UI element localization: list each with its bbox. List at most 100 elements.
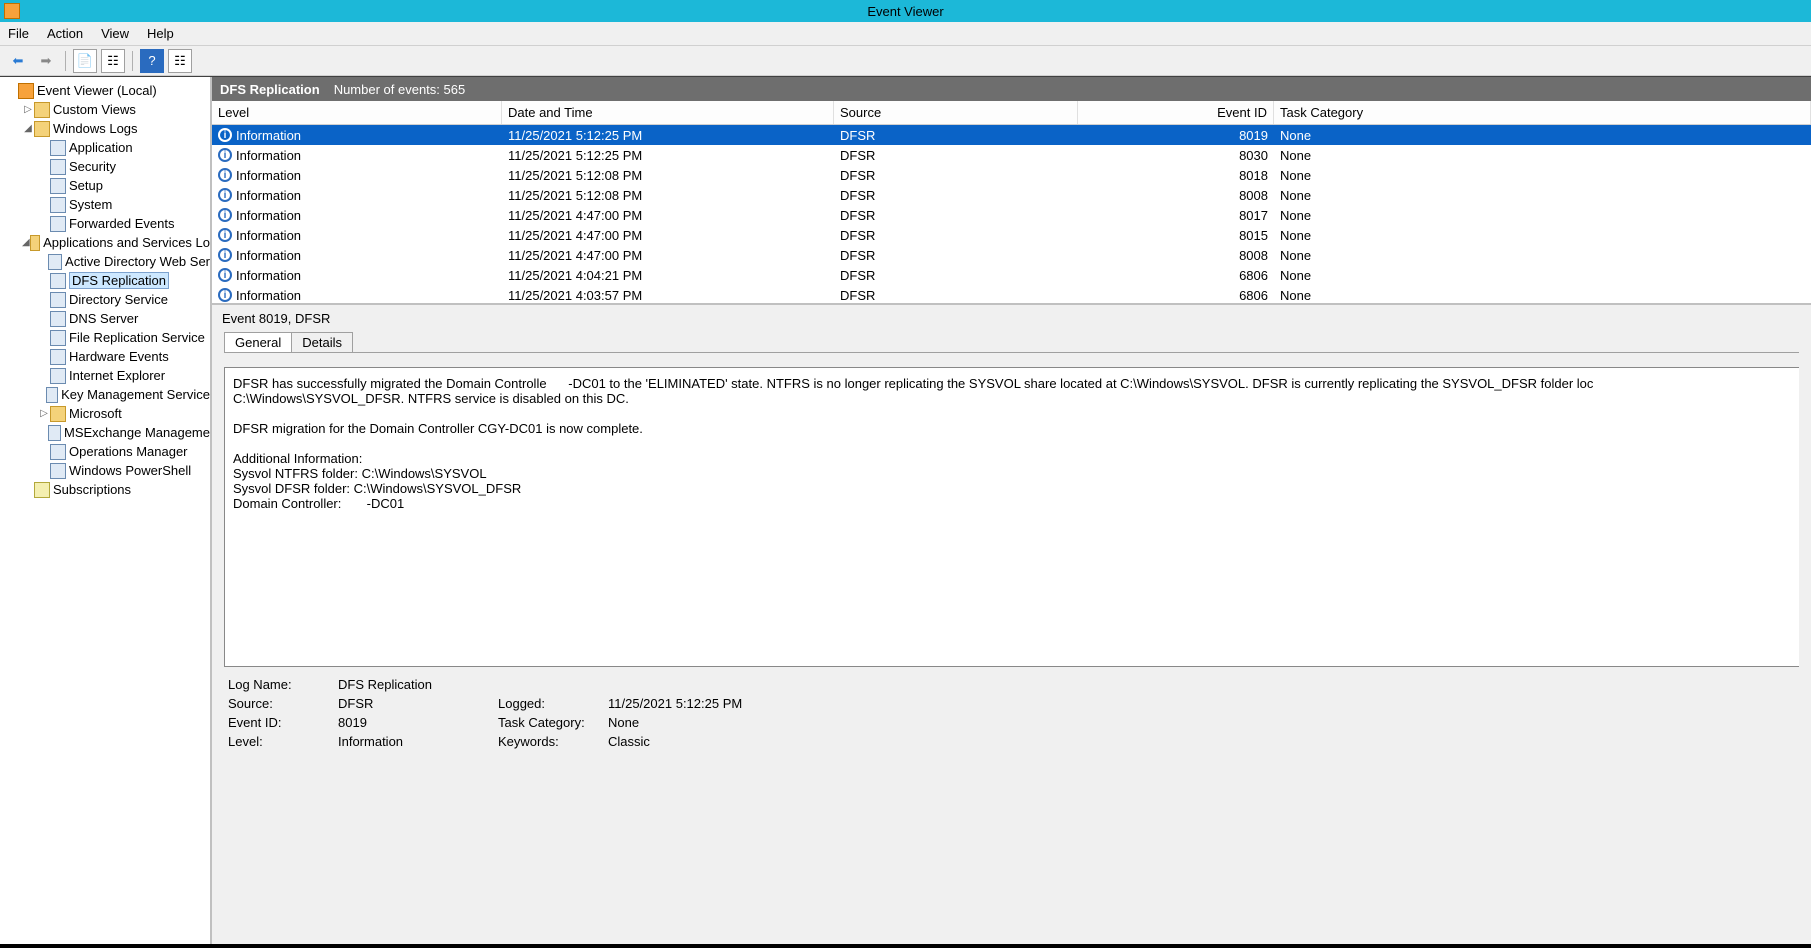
tree-item-label: Hardware Events	[69, 349, 169, 364]
event-level: Information	[236, 148, 301, 163]
details-pane: Event 8019, DFSR General Details DFSR ha…	[212, 305, 1811, 944]
tree-as-dns[interactable]: DNS Server	[6, 309, 210, 328]
bottom-strip	[0, 944, 1811, 948]
info-icon: i	[218, 128, 232, 142]
tree-as-frs[interactable]: File Replication Service	[6, 328, 210, 347]
menu-help[interactable]: Help	[147, 26, 174, 41]
event-level: Information	[236, 268, 301, 283]
collapse-icon[interactable]: ◢	[22, 237, 30, 248]
event-description[interactable]: DFSR has successfully migrated the Domai…	[224, 367, 1799, 667]
tab-panel-general: DFSR has successfully migrated the Domai…	[224, 352, 1799, 936]
col-source[interactable]: Source	[834, 101, 1078, 124]
info-icon: i	[218, 248, 232, 262]
col-level[interactable]: Level	[212, 101, 502, 124]
event-id: 6806	[1078, 268, 1274, 283]
log-icon	[46, 387, 58, 403]
info-icon: i	[218, 188, 232, 202]
tree-app-services[interactable]: ◢ Applications and Services Lo	[6, 233, 210, 252]
tree-app-services-label: Applications and Services Lo	[43, 235, 210, 250]
event-row[interactable]: iInformation11/25/2021 4:47:00 PMDFSR800…	[212, 245, 1811, 265]
tab-details[interactable]: Details	[291, 332, 353, 352]
col-eventid[interactable]: Event ID	[1078, 101, 1274, 124]
tree-wl-setup[interactable]: Setup	[6, 176, 210, 195]
menu-view[interactable]: View	[101, 26, 129, 41]
info-icon: i	[218, 208, 232, 222]
back-button[interactable]: ⬅	[6, 49, 30, 73]
expand-icon[interactable]: ▷	[38, 408, 50, 419]
show-hide-tree-button[interactable]: 📄	[73, 49, 97, 73]
tree-as-msx[interactable]: MSExchange Manageme	[6, 423, 210, 442]
prop-logged-value: 11/25/2021 5:12:25 PM	[608, 696, 848, 711]
tree-windows-logs[interactable]: ◢ Windows Logs	[6, 119, 210, 138]
event-row[interactable]: iInformation11/25/2021 5:12:25 PMDFSR803…	[212, 145, 1811, 165]
menu-action[interactable]: Action	[47, 26, 83, 41]
tree-wl-forwarded[interactable]: Forwarded Events	[6, 214, 210, 233]
tree-as-kms[interactable]: Key Management Service	[6, 385, 210, 404]
prop-source-label: Source:	[228, 696, 338, 711]
log-icon	[50, 140, 66, 156]
event-row[interactable]: iInformation11/25/2021 5:12:08 PMDFSR801…	[212, 165, 1811, 185]
event-id: 8008	[1078, 188, 1274, 203]
event-level: Information	[236, 248, 301, 263]
tree-as-hw[interactable]: Hardware Events	[6, 347, 210, 366]
folder-icon	[30, 235, 40, 251]
tree-as-ds[interactable]: Directory Service	[6, 290, 210, 309]
log-icon	[48, 254, 62, 270]
log-icon	[50, 216, 66, 232]
event-date: 11/25/2021 5:12:25 PM	[502, 128, 834, 143]
tab-general[interactable]: General	[224, 332, 292, 352]
event-row[interactable]: iInformation11/25/2021 4:03:57 PMDFSR680…	[212, 285, 1811, 305]
tree-root[interactable]: Event Viewer (Local)	[6, 81, 210, 100]
tree-item-label: Directory Service	[69, 292, 168, 307]
refresh-button[interactable]: ☷	[168, 49, 192, 73]
tree-item-label: Security	[69, 159, 116, 174]
info-icon: i	[218, 168, 232, 182]
event-row[interactable]: iInformation11/25/2021 4:04:21 PMDFSR680…	[212, 265, 1811, 285]
tool-bar: ⬅ ➡ 📄 ☷ ? ☷	[0, 46, 1811, 76]
event-task-category: None	[1274, 228, 1811, 243]
event-row[interactable]: iInformation11/25/2021 4:47:00 PMDFSR801…	[212, 225, 1811, 245]
tree-subscriptions[interactable]: Subscriptions	[6, 480, 210, 499]
col-taskcat[interactable]: Task Category	[1274, 101, 1811, 124]
tree-as-ps[interactable]: Windows PowerShell	[6, 461, 210, 480]
prop-logged-label: Logged:	[498, 696, 608, 711]
tree-custom-views[interactable]: ▷ Custom Views	[6, 100, 210, 119]
tree-item-label: Application	[69, 140, 133, 155]
event-level: Information	[236, 168, 301, 183]
log-icon	[50, 159, 66, 175]
tree-as-adws[interactable]: Active Directory Web Ser	[6, 252, 210, 271]
tree-windows-logs-label: Windows Logs	[53, 121, 138, 136]
tree-as-ie[interactable]: Internet Explorer	[6, 366, 210, 385]
tree-item-label: Microsoft	[69, 406, 122, 421]
tree-as-dfs[interactable]: DFS Replication	[6, 271, 210, 290]
app-icon	[4, 3, 20, 19]
tree-item-label: Active Directory Web Ser	[65, 254, 210, 269]
tree-as-om[interactable]: Operations Manager	[6, 442, 210, 461]
tree-wl-system[interactable]: System	[6, 195, 210, 214]
detail-tabs: General Details	[212, 332, 1811, 352]
collapse-icon[interactable]: ◢	[22, 123, 34, 134]
properties-button[interactable]: ☷	[101, 49, 125, 73]
event-level: Information	[236, 128, 301, 143]
event-list[interactable]: Level Date and Time Source Event ID Task…	[212, 101, 1811, 305]
event-row[interactable]: iInformation11/25/2021 5:12:25 PMDFSR801…	[212, 125, 1811, 145]
tree-wl-application[interactable]: Application	[6, 138, 210, 157]
menu-file[interactable]: File	[8, 26, 29, 41]
event-properties: Log Name: DFS Replication Source: DFSR L…	[224, 677, 1799, 749]
window-title: Event Viewer	[867, 4, 943, 19]
help-button[interactable]: ?	[140, 49, 164, 73]
tree-pane[interactable]: Event Viewer (Local) ▷ Custom Views ◢ Wi…	[0, 77, 212, 944]
event-row[interactable]: iInformation11/25/2021 5:12:08 PMDFSR800…	[212, 185, 1811, 205]
event-date: 11/25/2021 5:12:08 PM	[502, 188, 834, 203]
info-icon: i	[218, 148, 232, 162]
event-row[interactable]: iInformation11/25/2021 4:47:00 PMDFSR801…	[212, 205, 1811, 225]
forward-button[interactable]: ➡	[34, 49, 58, 73]
tree-item-label: File Replication Service	[69, 330, 205, 345]
event-source: DFSR	[834, 268, 1078, 283]
tree-wl-security[interactable]: Security	[6, 157, 210, 176]
tree-item-label: Internet Explorer	[69, 368, 165, 383]
expand-icon[interactable]: ▷	[22, 104, 34, 115]
menu-bar: File Action View Help	[0, 22, 1811, 46]
tree-as-ms[interactable]: ▷ Microsoft	[6, 404, 210, 423]
col-date[interactable]: Date and Time	[502, 101, 834, 124]
